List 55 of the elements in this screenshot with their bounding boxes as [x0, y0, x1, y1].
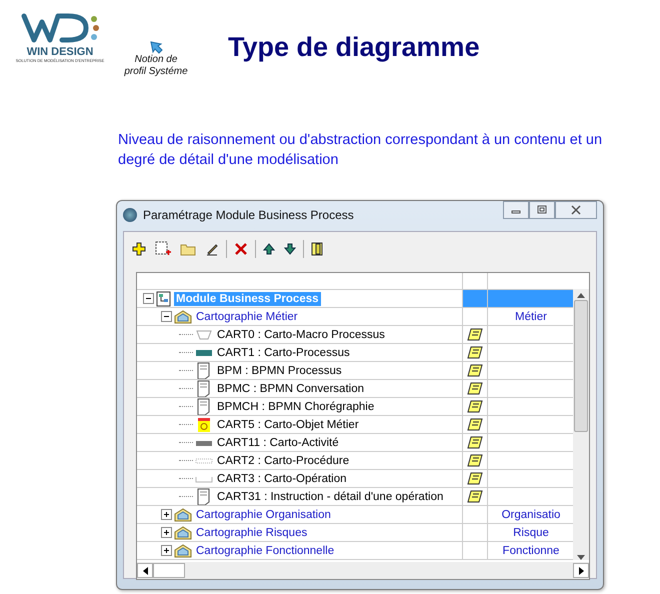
close-icon	[571, 205, 581, 215]
folder-map-icon	[174, 508, 192, 522]
scroll-down-icon[interactable]	[577, 555, 585, 560]
minimize-button[interactable]	[503, 201, 529, 219]
tree-item[interactable]: Cartographie Métier	[194, 310, 300, 324]
tree-item[interactable]: Cartographie Fonctionnelle	[194, 544, 336, 558]
right-arrow-icon	[578, 566, 584, 574]
up-arrow-icon[interactable]	[261, 243, 277, 255]
page-title: Type de diagramme	[228, 32, 480, 63]
collapse-icon[interactable]	[161, 311, 172, 322]
vertical-scrollbar[interactable]	[573, 289, 589, 560]
door-icon[interactable]	[309, 242, 325, 256]
scroll-up-icon[interactable]	[577, 293, 585, 298]
tree-item[interactable]: CART0 : Carto-Macro Processus	[215, 328, 387, 342]
restore-icon	[537, 205, 547, 215]
down-arrow-icon[interactable]	[282, 243, 298, 255]
left-arrow-icon	[142, 566, 148, 574]
notion-link[interactable]: Notion de profil Systéme	[124, 54, 188, 78]
diagram-icon	[156, 290, 172, 306]
tree-item[interactable]: CART31 : Instruction - détail d'une opération	[215, 490, 446, 504]
add-icon[interactable]	[130, 242, 148, 256]
folder-map-icon	[174, 526, 192, 540]
scroll-thumb[interactable]	[153, 563, 185, 578]
shield-shape-icon	[195, 328, 213, 340]
scroll-left-button[interactable]	[137, 563, 153, 578]
cursor-arrow-icon	[149, 40, 163, 54]
folder-map-icon	[174, 310, 192, 324]
expand-icon[interactable]	[161, 545, 172, 556]
tree-item[interactable]: CART11 : Carto-Activité	[215, 436, 341, 450]
object-icon	[195, 416, 213, 432]
logo-text: WIN DESIGN	[26, 46, 94, 58]
tree-item[interactable]: BPM : BPMN Processus	[215, 364, 344, 378]
tree-item[interactable]: CART2 : Carto-Procédure	[215, 454, 352, 468]
expand-icon[interactable]	[161, 509, 172, 520]
app-icon	[123, 208, 137, 222]
tree-item[interactable]: Cartographie Risques	[194, 526, 310, 540]
folder-icon[interactable]	[178, 242, 198, 256]
tree-item[interactable]: CART1 : Carto-Processus	[215, 346, 352, 360]
window-title: Paramétrage Module Business Process	[143, 208, 355, 222]
new-diagram-icon[interactable]	[153, 241, 173, 257]
scroll-thumb[interactable]	[574, 300, 588, 432]
scroll-right-button[interactable]	[573, 563, 589, 578]
collapse-icon[interactable]	[143, 293, 154, 304]
description-text: Niveau de raisonnement ou d'abstraction correspondant à un contenu et un degré de détail d'une modélisation	[118, 131, 604, 170]
close-button[interactable]	[555, 201, 597, 219]
tree-item[interactable]: BPMC : BPMN Conversation	[215, 382, 366, 396]
horizontal-scrollbar[interactable]	[137, 562, 589, 579]
tree-item[interactable]: BPMCH : BPMN Chorégraphie	[215, 400, 376, 414]
tree-item[interactable]: CART3 : Carto-Opération	[215, 472, 349, 486]
expand-icon[interactable]	[161, 527, 172, 538]
delete-icon[interactable]	[232, 242, 250, 256]
tree-item[interactable]: CART5 : Carto-Objet Métier	[215, 418, 361, 432]
maximize-button[interactable]	[529, 201, 555, 219]
folder-map-icon	[174, 544, 192, 558]
tree-item[interactable]: Cartographie Organisation	[194, 508, 333, 522]
